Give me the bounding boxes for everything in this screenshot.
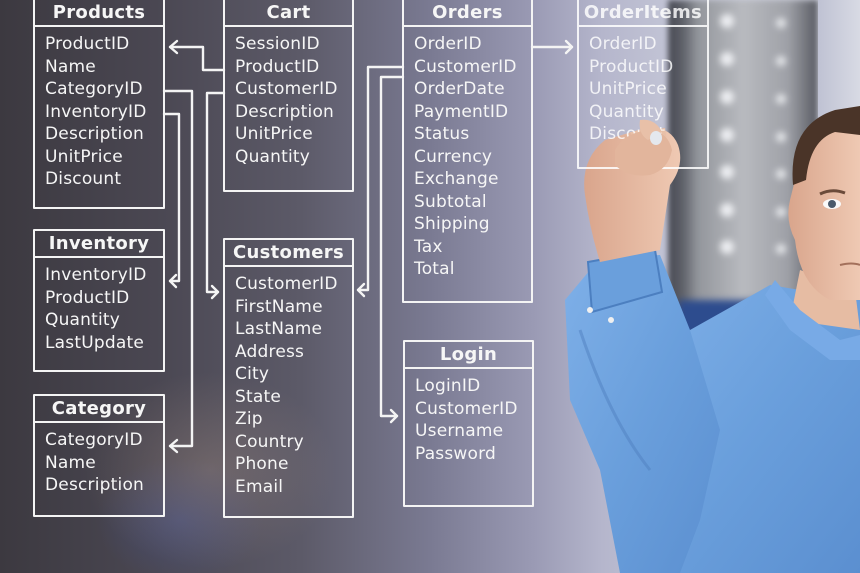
fingers-overlay bbox=[615, 119, 672, 176]
background-board: Products ProductID Name CategoryID Inven… bbox=[0, 0, 860, 573]
